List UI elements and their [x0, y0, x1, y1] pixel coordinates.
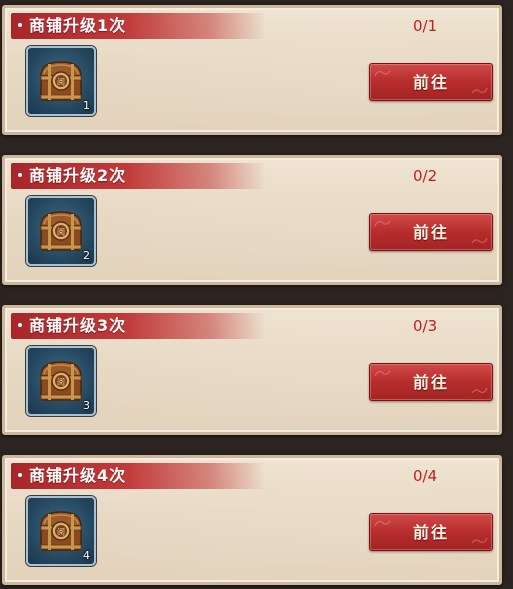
title-ribbon: 商铺升级3次 — [11, 313, 266, 339]
goto-button-label: 前往 — [412, 523, 449, 542]
task-progress: 0/4 — [413, 467, 438, 485]
reward-slot[interactable]: 阅 1 — [26, 46, 96, 116]
task-card: 商铺升级1次 0/1 阅 1 前往 — [2, 5, 502, 135]
task-card: 商铺升级4次 0/4 阅 4 前往 — [2, 455, 502, 585]
goto-button-label: 前往 — [412, 373, 449, 392]
task-title: 商铺升级3次 — [29, 316, 127, 335]
goto-button[interactable]: 前往 — [369, 513, 493, 551]
bullet-dot-icon — [18, 473, 22, 477]
task-title: 商铺升级4次 — [29, 466, 127, 485]
goto-button[interactable]: 前往 — [369, 63, 493, 101]
task-progress: 0/2 — [413, 167, 438, 185]
title-ribbon: 商铺升级4次 — [11, 463, 266, 489]
reward-quantity: 2 — [83, 249, 90, 262]
treasure-chest-icon: 阅 — [40, 511, 82, 551]
reward-quantity: 4 — [83, 549, 90, 562]
goto-button-label: 前往 — [412, 223, 449, 242]
task-title: 商铺升级2次 — [29, 166, 127, 185]
treasure-chest-icon: 阅 — [40, 61, 82, 101]
reward-slot[interactable]: 阅 4 — [26, 496, 96, 566]
task-card: 商铺升级3次 0/3 阅 3 前往 — [2, 305, 502, 435]
task-title: 商铺升级1次 — [29, 16, 127, 35]
treasure-chest-icon: 阅 — [40, 361, 82, 401]
treasure-chest-icon: 阅 — [40, 211, 82, 251]
title-ribbon: 商铺升级2次 — [11, 163, 266, 189]
task-list: 商铺升级1次 0/1 阅 1 前往 商铺升级2次 0/2 阅 2 前往 商铺升级… — [0, 0, 513, 589]
reward-slot[interactable]: 阅 2 — [26, 196, 96, 266]
bullet-dot-icon — [18, 323, 22, 327]
reward-quantity: 1 — [83, 99, 90, 112]
svg-text:阅: 阅 — [57, 228, 65, 237]
goto-button-label: 前往 — [412, 73, 449, 92]
task-progress: 0/3 — [413, 317, 438, 335]
task-card: 商铺升级2次 0/2 阅 2 前往 — [2, 155, 502, 285]
title-ribbon: 商铺升级1次 — [11, 13, 266, 39]
bullet-dot-icon — [18, 23, 22, 27]
reward-slot[interactable]: 阅 3 — [26, 346, 96, 416]
goto-button[interactable]: 前往 — [369, 363, 493, 401]
svg-text:阅: 阅 — [57, 528, 65, 537]
reward-quantity: 3 — [83, 399, 90, 412]
svg-text:阅: 阅 — [57, 378, 65, 387]
bullet-dot-icon — [18, 173, 22, 177]
task-progress: 0/1 — [413, 17, 438, 35]
goto-button[interactable]: 前往 — [369, 213, 493, 251]
svg-text:阅: 阅 — [57, 78, 65, 87]
